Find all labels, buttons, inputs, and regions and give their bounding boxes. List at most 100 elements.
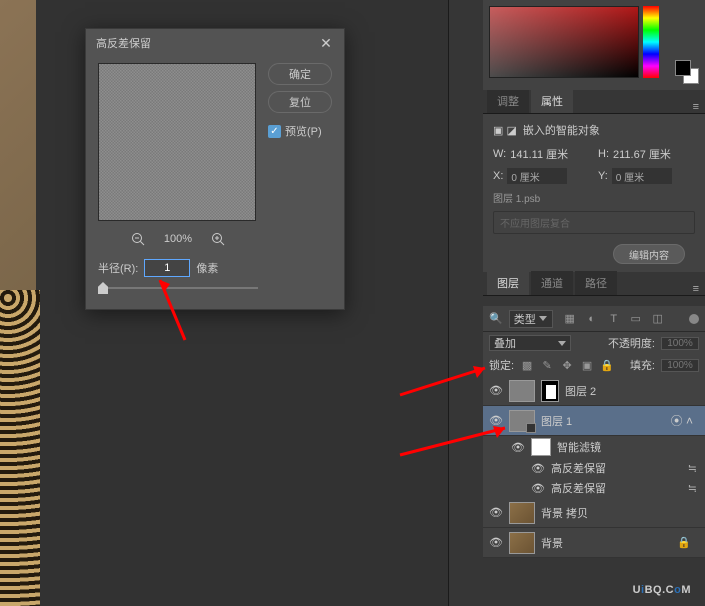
y-input[interactable] (612, 168, 672, 184)
lock-trans-icon[interactable]: ▩ (520, 358, 534, 372)
filter-smart-icon[interactable]: ◫ (651, 312, 665, 326)
layers-menu-icon[interactable]: ≡ (693, 283, 699, 295)
high-pass-dialog: 高反差保留 ✕ 100% 半径(R): 像素 (85, 28, 345, 310)
layer-mask-thumb[interactable] (541, 380, 559, 402)
lock-move-icon[interactable]: ✥ (560, 358, 574, 372)
swatches[interactable] (675, 60, 699, 84)
layer-name: 图层 1 (541, 413, 572, 429)
filter-blend-icon[interactable]: ≒ (688, 482, 697, 495)
slider-handle[interactable] (98, 282, 108, 294)
preview-noise (99, 64, 255, 220)
dialog-title: 高反差保留 (96, 35, 151, 51)
layer-filter-bar: 🔍 类型 ▦ ◐ T ▭ ◫ (483, 306, 705, 332)
layer-thumb[interactable] (509, 502, 535, 524)
filter-dropdown[interactable]: 类型 (509, 310, 553, 328)
edit-contents-button[interactable]: 编辑内容 (613, 244, 685, 264)
layer-row-bg[interactable]: 👁 背景 🔒 (483, 528, 705, 558)
opacity-label: 不透明度: (608, 335, 655, 351)
preview-checkbox[interactable]: ✓ (268, 125, 281, 138)
filter-highpass-2[interactable]: 👁 高反差保留 ≒ (483, 478, 705, 498)
tab-channels[interactable]: 通道 (531, 271, 573, 295)
zoom-percent: 100% (164, 233, 192, 245)
w-value: 141.11 厘米 (510, 146, 568, 162)
filter-pixel-icon[interactable]: ▦ (563, 312, 577, 326)
filter-shape-icon[interactable]: ▭ (629, 312, 643, 326)
smart-object-icon: ▣ ◪ (493, 124, 517, 137)
radius-input[interactable] (144, 259, 190, 277)
layer-row-1[interactable]: 👁 图层 1 ⦿ ˄ (483, 406, 705, 436)
layer-list: 👁 图层 2 👁 图层 1 ⦿ ˄ 👁 智能滤镜 👁 (483, 376, 705, 558)
fill-value[interactable]: 100% (661, 359, 699, 372)
dialog-titlebar[interactable]: 高反差保留 ✕ (86, 29, 344, 57)
props-title: 嵌入的智能对象 (523, 122, 600, 138)
x-label: X: (493, 170, 503, 182)
filter-highpass-1[interactable]: 👁 高反差保留 ≒ (483, 458, 705, 478)
visibility-icon[interactable]: 👁 (489, 506, 503, 520)
filter-mask-thumb[interactable] (531, 438, 551, 456)
layer-row-2[interactable]: 👁 图层 2 (483, 376, 705, 406)
filter-type-icon[interactable]: T (607, 312, 621, 326)
ok-button[interactable]: 确定 (268, 63, 332, 85)
filter-preview[interactable] (98, 63, 256, 221)
props-tabstrip: 调整 属性 ≡ (483, 90, 705, 114)
lock-label: 锁定: (489, 357, 514, 373)
filter-adjust-icon[interactable]: ◐ (585, 312, 599, 326)
lock-brush-icon[interactable]: ✎ (540, 358, 554, 372)
y-label: Y: (598, 170, 608, 182)
smart-filter-row[interactable]: 👁 智能滤镜 (483, 436, 705, 458)
layer-name: 背景 (541, 535, 563, 551)
smart-filter-label: 智能滤镜 (557, 439, 601, 455)
filter-toggle[interactable] (689, 314, 699, 324)
layers-panel: 🔍 类型 ▦ ◐ T ▭ ◫ 叠加 不透明度: 100% 锁定: ▩ ✎ (483, 306, 705, 558)
tab-properties[interactable]: 属性 (531, 89, 573, 113)
h-label: H: (598, 148, 609, 160)
layer-row-bgcopy[interactable]: 👁 背景 拷贝 (483, 498, 705, 528)
layer-thumb[interactable] (509, 380, 535, 402)
tab-adjust[interactable]: 调整 (487, 89, 529, 113)
search-icon[interactable]: 🔍 (489, 312, 503, 325)
filter-name: 高反差保留 (551, 460, 606, 476)
layer-filename: 图层 1.psb (493, 190, 695, 205)
lock-icon: 🔒 (677, 536, 691, 549)
zoom-in-icon[interactable] (210, 231, 226, 247)
visibility-icon[interactable]: 👁 (489, 536, 503, 550)
radius-label: 半径(R): (98, 260, 138, 276)
w-label: W: (493, 148, 506, 160)
radius-unit: 像素 (196, 260, 218, 276)
tab-paths[interactable]: 路径 (575, 271, 617, 295)
properties-panel: ▣ ◪ 嵌入的智能对象 W:141.11 厘米 H:211.67 厘米 X: Y… (483, 114, 705, 272)
zoom-out-icon[interactable] (130, 231, 146, 247)
reset-button[interactable]: 复位 (268, 91, 332, 113)
right-panels: 调整 属性 ≡ ▣ ◪ 嵌入的智能对象 W:141.11 厘米 H:211.67… (448, 0, 705, 606)
layer-name: 图层 2 (565, 383, 596, 399)
foreground-swatch[interactable] (675, 60, 691, 76)
layer-thumb[interactable] (509, 410, 535, 432)
layer-name: 背景 拷贝 (541, 505, 588, 521)
close-icon[interactable]: ✕ (318, 35, 334, 51)
expand-icon[interactable]: ⦿ ˄ (671, 412, 693, 429)
visibility-icon[interactable]: 👁 (489, 414, 503, 428)
watermark: UiBQ.CoM (633, 577, 691, 598)
radius-slider[interactable] (98, 287, 258, 289)
fill-label: 填充: (630, 357, 655, 373)
x-input[interactable] (507, 168, 567, 184)
filter-blend-icon[interactable]: ≒ (688, 462, 697, 475)
visibility-icon[interactable]: 👁 (531, 461, 545, 475)
preview-label: 预览(P) (285, 123, 322, 139)
layers-tabstrip: 图层 通道 路径 ≡ (483, 272, 705, 296)
blend-mode-dropdown[interactable]: 叠加 (489, 335, 571, 351)
opacity-value[interactable]: 100% (661, 337, 699, 350)
canvas-pattern (0, 290, 40, 606)
visibility-icon[interactable]: 👁 (489, 384, 503, 398)
layer-thumb[interactable] (509, 532, 535, 554)
panel-menu-icon[interactable]: ≡ (693, 101, 699, 113)
color-field[interactable] (489, 6, 639, 78)
lock-all-icon[interactable]: 🔒 (600, 358, 614, 372)
visibility-icon[interactable]: 👁 (511, 440, 525, 454)
tab-layers[interactable]: 图层 (487, 271, 529, 295)
lock-nest-icon[interactable]: ▣ (580, 358, 594, 372)
filter-name: 高反差保留 (551, 480, 606, 496)
hue-slider[interactable] (643, 6, 659, 78)
visibility-icon[interactable]: 👁 (531, 481, 545, 495)
layer-comp-dropdown[interactable]: 不应用图层复合 (493, 211, 695, 234)
